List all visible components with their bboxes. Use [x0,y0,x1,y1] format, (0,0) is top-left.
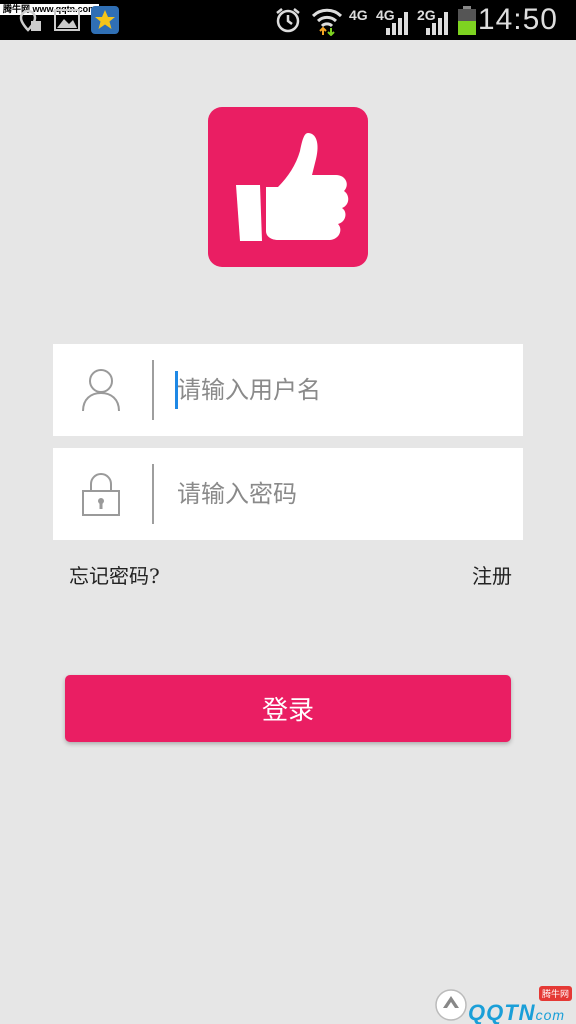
image-icon [54,9,80,31]
app-logo [208,107,368,267]
location-icon [19,9,41,32]
qqtn-watermark: QQTNcom 腾牛网 [432,984,576,1024]
clock: 14:50 [477,3,558,36]
thumbs-up-icon [236,133,349,241]
forgot-password-link[interactable]: 忘记密码? [69,560,160,589]
qqtn-tag: 腾牛网 [538,986,572,1001]
qqtn-brand: QQTNcom [468,1000,566,1024]
username-input[interactable] [177,364,507,416]
star-app-icon [91,6,119,34]
status-bar: 腾牛网 www.qqtn.com 4G 4G 2G 14:50 [0,0,576,40]
network-type-1: 4G [349,7,368,23]
username-field[interactable] [53,344,523,436]
battery-icon [458,6,476,35]
alarm-icon [276,8,300,33]
user-icon [82,369,120,412]
field-divider [152,464,154,524]
field-divider [152,360,154,420]
status-watermark: 腾牛网 www.qqtn.com [0,4,100,15]
register-link[interactable]: 注册 [472,560,512,589]
signal-icon-2 [426,12,448,35]
lock-icon [82,473,120,516]
signal-icon [386,12,408,35]
password-input[interactable] [177,468,507,520]
wifi-icon [311,8,343,36]
password-field[interactable] [53,448,523,540]
login-button[interactable]: 登录 [65,675,511,742]
qqtn-logo-icon [435,989,467,1021]
